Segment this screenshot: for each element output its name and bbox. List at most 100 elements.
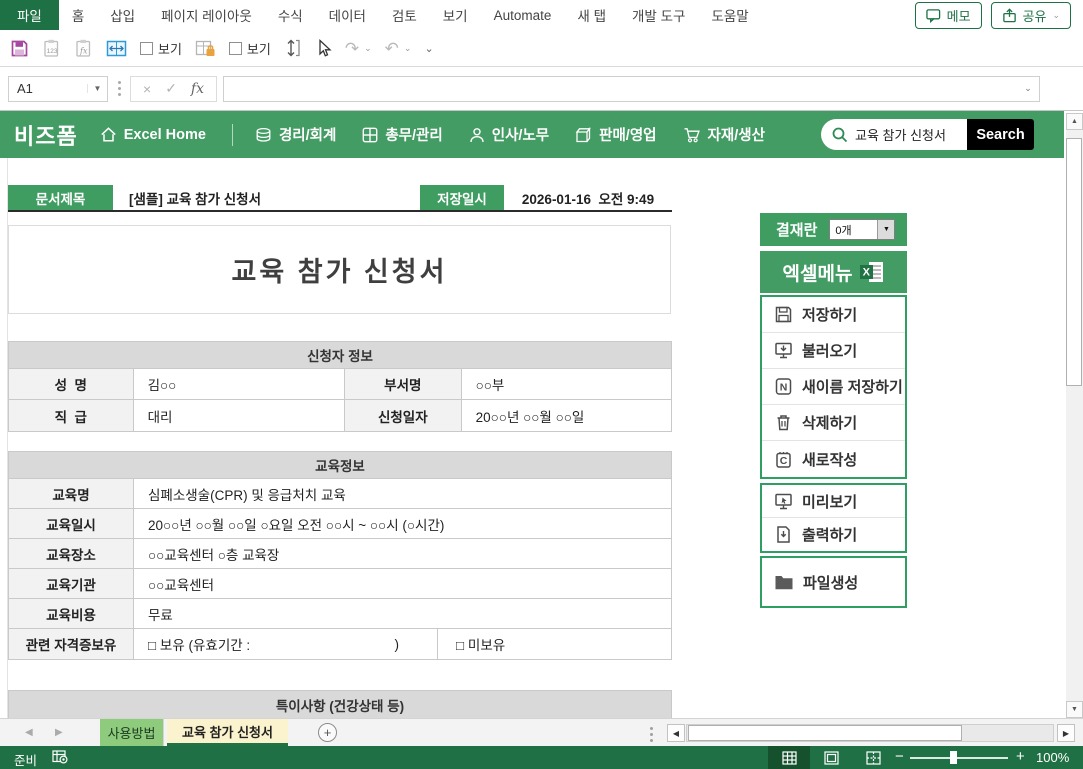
sheet-nav-right-icon[interactable]: ▶ [55, 727, 63, 738]
sheet-tab-usage[interactable]: 사용방법 [100, 719, 164, 746]
chevron-down-icon[interactable]: ⌄ [404, 43, 412, 54]
ribbon-tab-automate[interactable]: Automate [481, 0, 565, 30]
select-cursor-icon[interactable] [315, 39, 332, 58]
protect-sheet-button[interactable] [195, 39, 216, 58]
nav-sales[interactable]: 판매/영업 [575, 124, 656, 145]
zoom-slider[interactable] [910, 757, 1008, 759]
vertical-scrollbar[interactable]: ▲ ▼ [1066, 113, 1083, 718]
page-layout-view-button[interactable] [810, 746, 852, 769]
nav-hr[interactable]: 인사/노무 [469, 124, 549, 145]
course-name-value[interactable]: 심폐소생술(CPR) 및 응급처치 교육 [134, 479, 671, 508]
horizontal-scrollbar[interactable] [686, 724, 1054, 742]
scroll-up-icon[interactable]: ▲ [1066, 113, 1083, 130]
delete-menu-button[interactable]: 삭제하기 [762, 405, 905, 441]
view-checkbox-1[interactable]: 보기 [140, 39, 182, 58]
paste-values-icon[interactable]: 123 [42, 38, 61, 58]
folder-icon [774, 573, 794, 591]
comments-button[interactable]: 메모 [915, 2, 982, 29]
enter-icon[interactable]: ✓ [165, 80, 177, 97]
new-doc-menu-button[interactable]: C 새로작성 [762, 441, 905, 477]
course-fee-value[interactable]: 무료 [134, 599, 671, 628]
sheet-nav-left-icon[interactable]: ◀ [25, 727, 33, 738]
ribbon-tab-help[interactable]: 도움말 [698, 0, 761, 30]
share-icon [1002, 8, 1017, 23]
zoom-level[interactable]: 100% [1036, 750, 1069, 765]
department-value[interactable]: ○○부 [462, 369, 671, 399]
ribbon-tab-formulas[interactable]: 수식 [265, 0, 316, 30]
vertical-scrollbar-thumb[interactable] [1066, 138, 1082, 386]
hscroll-right-icon[interactable]: ▶ [1057, 724, 1075, 742]
hscroll-left-icon[interactable]: ◀ [667, 724, 685, 742]
column-width-button[interactable] [106, 39, 127, 58]
table-row: 교육장소 ○○교육센터 ○층 교육장 [9, 539, 671, 569]
print-menu-button[interactable]: 출력하기 [762, 518, 905, 551]
view-checkbox-2[interactable]: 보기 [229, 39, 271, 58]
cert-not-have-option[interactable]: □ 미보유 [438, 629, 671, 659]
customize-toolbar-button[interactable]: ⌄ [424, 42, 433, 55]
normal-view-button[interactable] [768, 746, 810, 769]
zoom-in-icon[interactable]: + [1016, 748, 1025, 765]
macro-record-icon[interactable] [52, 749, 69, 765]
redo-button[interactable]: ↷ ⌄ [345, 40, 372, 57]
bizforms-logo[interactable]: 비즈폼 [14, 119, 78, 151]
save-as-menu-button[interactable]: N 새이름 저장하기 [762, 369, 905, 405]
scroll-down-icon[interactable]: ▼ [1066, 701, 1083, 718]
nav-accounting[interactable]: 경리/회계 [255, 124, 336, 145]
ribbon-tab-review[interactable]: 검토 [379, 0, 430, 30]
name-box[interactable]: A1 ▼ [8, 76, 108, 102]
ribbon-tab-data[interactable]: 데이터 [316, 0, 379, 30]
horizontal-scrollbar-thumb[interactable] [688, 725, 962, 741]
paste-formulas-icon[interactable]: fx [74, 38, 93, 58]
nav-admin[interactable]: 총무/관리 [362, 124, 442, 145]
excel-menu-title: 엑셀메뉴 [783, 259, 853, 286]
name-value[interactable]: 김○○ [134, 369, 345, 399]
course-org-value[interactable]: ○○교육센터 [134, 569, 671, 598]
formula-bar-row: A1 ▼ × ✓ fx ⌄ [0, 67, 1083, 111]
zoom-slider-thumb[interactable] [950, 751, 957, 764]
excel-window: 파일 홈 삽입 페이지 레이아웃 수식 데이터 검토 보기 Automate 새… [0, 0, 1083, 769]
checkbox-icon[interactable] [229, 42, 242, 55]
search-input[interactable] [855, 127, 963, 142]
ribbon-tab-dev-tools[interactable]: 개발 도구 [619, 0, 698, 30]
file-create-menu-button[interactable]: 파일생성 [762, 558, 905, 606]
page-break-view-button[interactable] [852, 746, 894, 769]
checkbox-icon[interactable] [140, 42, 153, 55]
add-sheet-icon[interactable]: + [318, 723, 337, 742]
ribbon-tab-insert[interactable]: 삽입 [97, 0, 148, 30]
save-menu-button[interactable]: 저장하기 [762, 297, 905, 333]
nav-excel-home[interactable]: Excel Home [100, 126, 206, 143]
nav-materials[interactable]: 자재/생산 [683, 124, 765, 145]
row-height-button[interactable] [284, 38, 302, 58]
ribbon-tab-new-tab[interactable]: 새 탭 [564, 0, 619, 30]
cert-have-option[interactable]: □ 보유 (유효기간 : ) [134, 629, 438, 659]
name-box-dropdown-icon[interactable]: ▼ [87, 84, 107, 93]
cancel-icon[interactable]: × [143, 81, 151, 97]
form-title: 교육 참가 신청서 [8, 225, 671, 314]
ribbon-tab-view[interactable]: 보기 [430, 0, 481, 30]
dropdown-arrow-icon[interactable]: ▼ [877, 220, 894, 239]
ribbon-tab-page-layout[interactable]: 페이지 레이아웃 [148, 0, 265, 30]
search-button[interactable]: Search [967, 119, 1034, 150]
course-datetime-value[interactable]: 20○○년 ○○월 ○○일 ○요일 오전 ○○시 ~ ○○시 (○시간) [134, 509, 671, 538]
preview-menu-button[interactable]: 미리보기 [762, 485, 905, 518]
formula-input[interactable] [224, 77, 1017, 101]
position-value[interactable]: 대리 [134, 400, 345, 431]
share-button[interactable]: 공유 ⌄ [991, 2, 1071, 29]
sheet-tab-application-form[interactable]: 교육 참가 신청서 [167, 719, 288, 746]
undo-button[interactable]: ↶ ⌄ [385, 40, 412, 57]
chevron-down-icon[interactable]: ⌄ [364, 43, 372, 54]
comment-bubble-icon [926, 8, 941, 23]
ribbon-tab-home[interactable]: 홈 [59, 0, 97, 30]
insert-function-icon[interactable]: fx [191, 81, 204, 97]
drag-handle-icon[interactable] [650, 727, 653, 742]
zoom-out-icon[interactable]: − [895, 748, 904, 765]
search-field[interactable] [821, 119, 967, 150]
ribbon-tab-file[interactable]: 파일 [0, 0, 59, 30]
formula-bar-expand-icon[interactable]: ⌄ [1017, 83, 1039, 94]
load-menu-button[interactable]: 불러오기 [762, 333, 905, 369]
apply-date-value[interactable]: 20○○년 ○○월 ○○일 [462, 400, 671, 431]
course-place-value[interactable]: ○○교육센터 ○층 교육장 [134, 539, 671, 568]
comments-button-label: 메모 [947, 6, 971, 25]
save-button[interactable] [10, 39, 29, 58]
approval-count-select[interactable]: 0개 ▼ [829, 219, 895, 240]
